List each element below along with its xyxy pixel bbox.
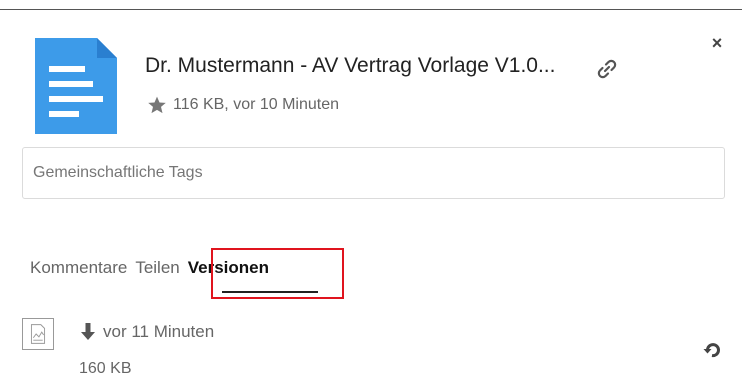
collaborative-tags-input[interactable] (22, 147, 725, 199)
top-divider (0, 9, 742, 10)
download-arrow-icon (81, 323, 95, 340)
highlight-box (211, 248, 344, 299)
restore-icon[interactable] (701, 339, 723, 361)
close-button[interactable]: × (707, 33, 727, 53)
tab-comments[interactable]: Kommentare (30, 258, 127, 278)
star-icon[interactable] (147, 95, 167, 115)
link-icon[interactable] (596, 58, 618, 80)
tab-sharing[interactable]: Teilen (135, 258, 179, 278)
file-title: Dr. Mustermann - AV Vertrag Vorlage V1.0… (145, 54, 556, 77)
version-size: 160 KB (79, 360, 132, 377)
version-time: vor 11 Minuten (103, 322, 215, 341)
version-thumbnail-icon (22, 318, 54, 350)
version-download-link[interactable]: vor 11 Minuten (79, 322, 214, 342)
document-icon (35, 38, 117, 134)
file-meta: 116 KB, vor 10 Minuten (147, 95, 339, 115)
file-meta-text: 116 KB, vor 10 Minuten (173, 96, 340, 113)
